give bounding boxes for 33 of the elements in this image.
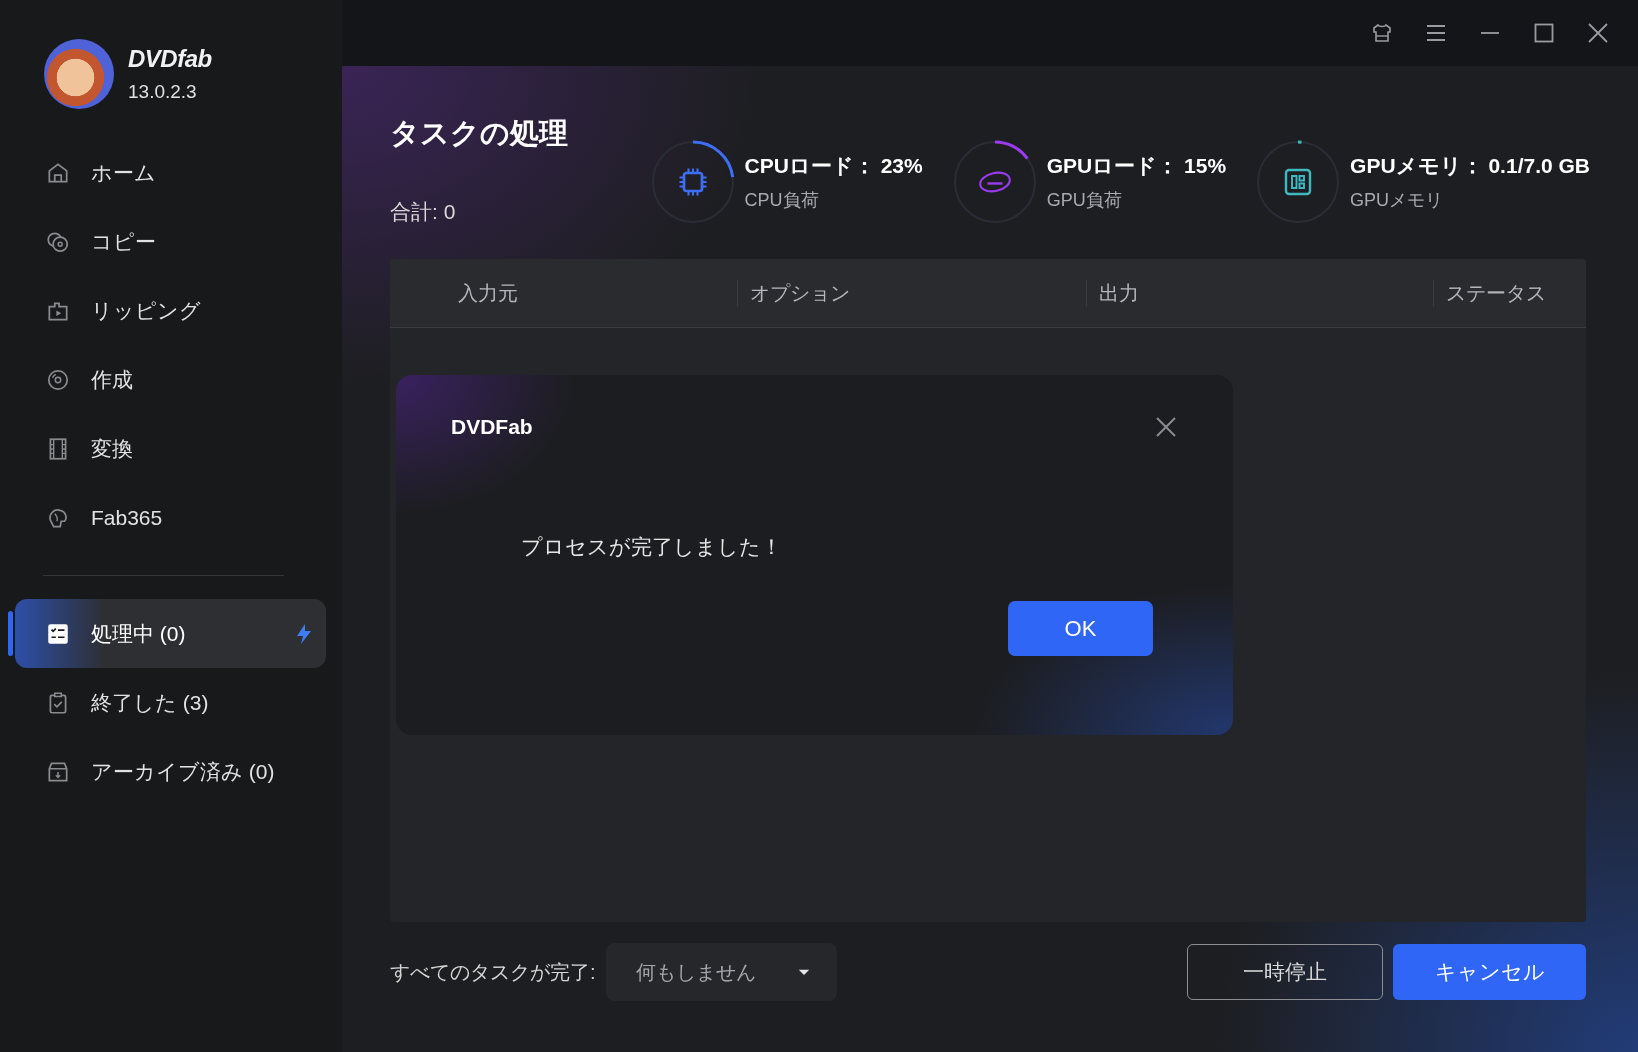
- meter-label: GPUメモリ: [1350, 189, 1445, 212]
- total-count: 合計: 0: [390, 199, 457, 225]
- app-logo-text: DVDfab: [128, 45, 212, 73]
- sidebar-item[interactable]: 作成: [15, 345, 326, 414]
- app-version: 13.0.2.3: [128, 81, 198, 103]
- sidebar-item[interactable]: アーカイブ済み (0): [15, 737, 326, 806]
- column-header: 出力: [1086, 279, 1433, 307]
- cancel-button[interactable]: キャンセル: [1393, 944, 1586, 1000]
- shirt-icon[interactable]: [1370, 21, 1394, 45]
- meter-title: CPUロード： 23%: [744, 153, 923, 179]
- meter-title: GPUメモリ： 0.1/7.0 GB: [1350, 153, 1590, 179]
- sidebar-item[interactable]: リッピング: [15, 276, 326, 345]
- meter-title: GPUロード： 15%: [1046, 153, 1227, 179]
- close-icon[interactable]: [1154, 415, 1178, 439]
- action-dropdown[interactable]: 何もしません: [605, 943, 837, 1001]
- meter-label: CPU負荷: [744, 189, 820, 212]
- dialog-title: DVDFab: [451, 415, 533, 439]
- maximize-icon[interactable]: [1532, 21, 1556, 45]
- sidebar-item[interactable]: ホーム: [15, 138, 326, 207]
- sidebar-item[interactable]: Fab365: [15, 483, 326, 552]
- completion-label: すべてのタスクが完了:: [390, 959, 596, 985]
- pause-button[interactable]: 一時停止: [1187, 944, 1383, 1000]
- page-title: タスクの処理: [390, 116, 568, 151]
- sidebar-item[interactable]: コピー: [15, 207, 326, 276]
- meter-label: GPU負荷: [1046, 189, 1123, 212]
- ok-button[interactable]: OK: [1008, 601, 1153, 656]
- column-header: オプション: [737, 279, 1086, 307]
- column-header: ステータス: [1433, 279, 1586, 307]
- sidebar-item[interactable]: 変換: [15, 414, 326, 483]
- sidebar-item[interactable]: 終了した (3): [15, 668, 326, 737]
- close-icon[interactable]: [1586, 21, 1610, 45]
- dialog-message: プロセスが完了しました！: [521, 534, 783, 560]
- column-header: 入力元: [457, 280, 519, 306]
